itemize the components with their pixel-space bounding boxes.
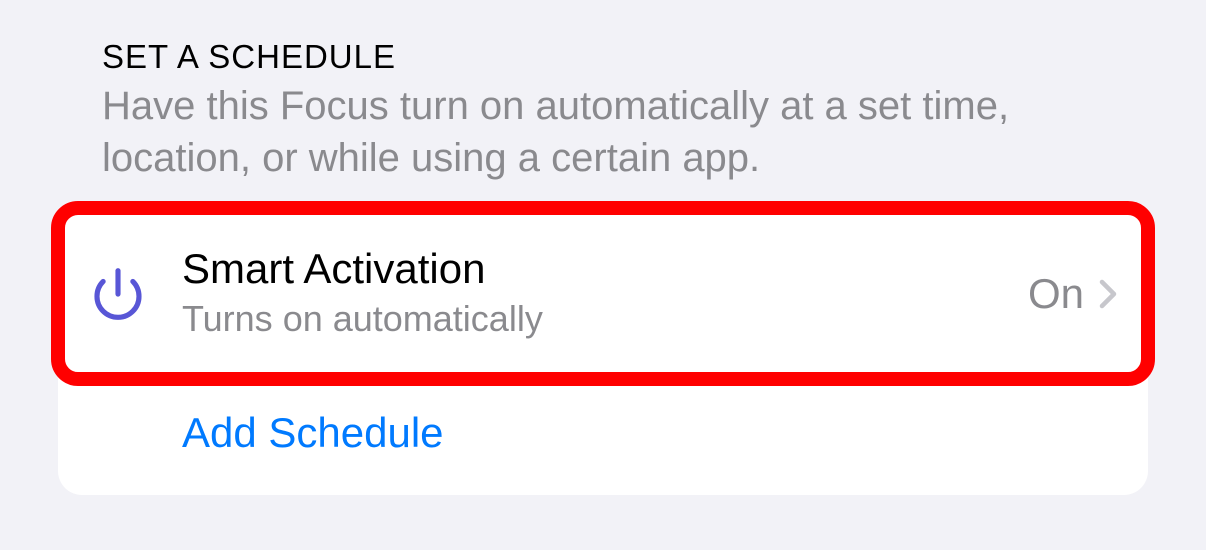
section-title: SET A SCHEDULE: [102, 38, 1104, 76]
add-schedule-link: Add Schedule: [182, 408, 444, 458]
smart-activation-title: Smart Activation: [182, 244, 1028, 294]
chevron-right-icon: [1096, 275, 1120, 313]
settings-container: SET A SCHEDULE Have this Focus turn on a…: [0, 0, 1206, 495]
smart-activation-row[interactable]: Smart Activation Turns on automatically …: [58, 208, 1148, 379]
settings-list: Smart Activation Turns on automatically …: [58, 208, 1148, 495]
section-description: Have this Focus turn on automatically at…: [102, 80, 1104, 184]
power-icon: [86, 262, 150, 326]
section-header: SET A SCHEDULE Have this Focus turn on a…: [58, 38, 1148, 196]
add-schedule-row[interactable]: Add Schedule: [58, 380, 1148, 494]
row-content: Smart Activation Turns on automatically: [182, 244, 1028, 343]
smart-activation-value: On: [1028, 270, 1084, 318]
smart-activation-subtitle: Turns on automatically: [182, 296, 1028, 343]
